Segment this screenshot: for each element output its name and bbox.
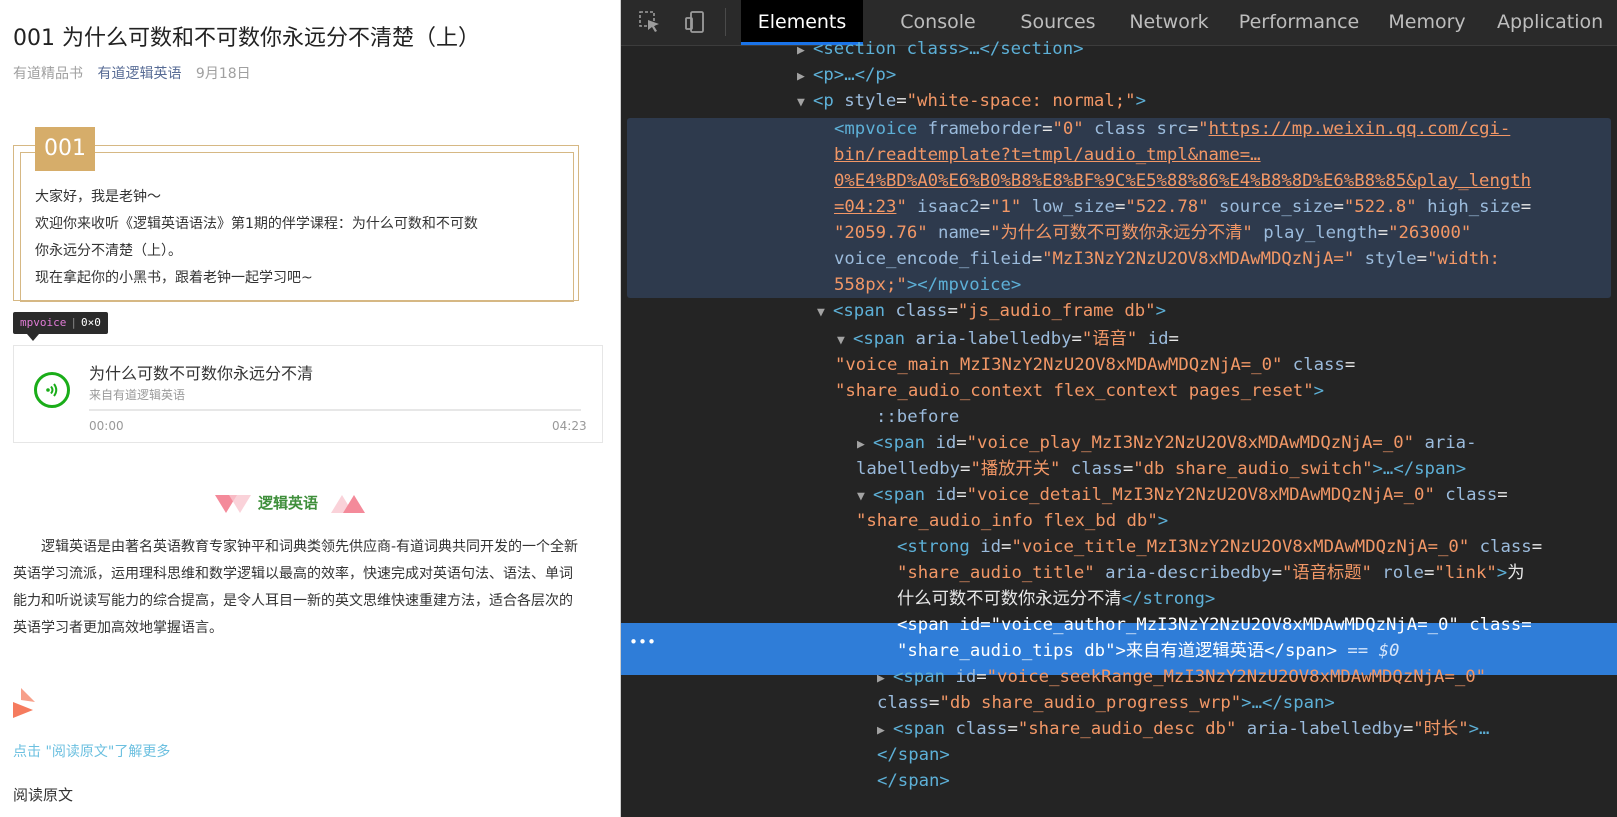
dom-attr-line: "share_audio_context flex_context pages_…: [835, 381, 1324, 401]
dom-node-mpvoice[interactable]: <mpvoice frameborder="0" class src="http…: [834, 116, 1510, 142]
dom-node[interactable]: ▶ <span id="voice_play_MzI3NzY2NzU2OV8xMD…: [857, 430, 1476, 458]
inspect-element-icon[interactable]: [638, 10, 662, 34]
account-link[interactable]: 有道逻辑英语: [97, 66, 181, 82]
dom-attr-line: class="db share_audio_progress_wrp">…</s…: [877, 693, 1335, 713]
dom-node[interactable]: ▶ <span id="voice_seekRange_MzI3NzY2NzU2O…: [877, 664, 1486, 692]
audio-duration: 04:23: [552, 419, 587, 433]
article-meta: 有道精品书 有道逻辑英语 9月18日: [13, 63, 251, 83]
dom-node[interactable]: ▼ <p style="white-space: normal;">: [797, 88, 1146, 116]
dom-node[interactable]: ▼ <span id="voice_detail_MzI3NzY2NzU2OV8x…: [857, 482, 1508, 510]
audio-progress-bar[interactable]: [89, 409, 581, 411]
read-original-link[interactable]: 阅读原文: [13, 784, 73, 805]
dom-attr-line: 0%E4%BD%A0%E6%B0%B8%E8%BF%9C%E5%88%86%E4…: [834, 171, 1532, 191]
tab-memory[interactable]: Memory: [1375, 0, 1479, 45]
intro-line: 现在拿起你的小黑书，跟着老钟一起学习吧~: [35, 270, 313, 286]
read-more-hint: 点击 "阅读原文"了解更多: [13, 744, 171, 760]
tab-network[interactable]: Network: [1117, 0, 1221, 45]
description-line: 英语学习者更加高效地掌握语言。: [13, 620, 223, 636]
dom-tree: ••• ▶ <section class>…</section> ▶ <p>…</p…: [621, 39, 1617, 817]
description-line: 能力和听说读写能力的综合提高，是令人耳目一新的英文思维快速重建方法，适合各层次的: [13, 593, 573, 609]
article-date: 9月18日: [195, 66, 251, 82]
intro-line: 你永远分不清楚（上）。: [35, 243, 182, 259]
tab-performance[interactable]: Performance: [1230, 0, 1368, 45]
article-pane: 001 为什么可数和不可数你永远分不清楚（上） 有道精品书 有道逻辑英语 9月1…: [0, 0, 620, 817]
dom-pseudo[interactable]: ::before: [876, 404, 959, 430]
dom-node[interactable]: <strong id="voice_title_MzI3NzY2NzU2OV8x…: [897, 534, 1542, 560]
episode-badge: 001: [35, 127, 95, 171]
dom-close-tag: </span>: [877, 745, 950, 765]
tab-application[interactable]: Application: [1489, 0, 1617, 45]
logo-icon: [13, 688, 35, 718]
dom-attr-line: "share_audio_info flex_bd db">: [856, 511, 1169, 531]
tooltip-tag-name: mpvoice: [20, 316, 67, 329]
tooltip-size: 0×0: [80, 316, 101, 329]
devtools-panel: Elements Console Sources Network Perform…: [621, 0, 1617, 817]
dom-node[interactable]: ▶ <span class="share_audio_desc db" aria-…: [877, 716, 1489, 744]
article-source: 有道精品书: [13, 66, 83, 82]
dom-node[interactable]: ▼ <span aria-labelledby="语音" id=: [837, 326, 1179, 354]
audio-title[interactable]: 为什么可数不可数你永远分不清: [89, 360, 313, 384]
audio-play-button[interactable]: [34, 372, 70, 408]
dom-attr-line: "voice_main_MzI3NzY2NzU2OV8xMDAwMDQzNjA=…: [835, 355, 1356, 375]
devtools-tabbar: Elements Console Sources Network Perform…: [621, 0, 1617, 46]
article-title: 001 为什么可数和不可数你永远分不清楚（上）: [13, 26, 480, 51]
dom-attr-line: "share_audio_title" aria-describedby="语音…: [897, 563, 1525, 583]
dom-attr-line: "2059.76" name="为什么可数不可数你永远分不清" play_len…: [834, 223, 1472, 243]
description-line: 逻辑英语是由著名英语教育专家钟平和词典类领先供应商-有道词典共同开发的一个全新: [41, 539, 579, 555]
section-title: 逻辑英语: [258, 494, 319, 512]
dom-attr-line: =04:23" isaac2="1" low_size="522.78" sou…: [834, 197, 1532, 217]
dom-attr-line: bin/readtemplate?t=tmpl/audio_tmpl&name=…: [834, 145, 1261, 165]
selected-dom-node-line: "share_audio_tips db">来自有道逻辑英语</span> ==…: [897, 641, 1400, 661]
element-tooltip: mpvoice | 0×0: [13, 312, 108, 334]
toolbar-separator: [725, 8, 726, 36]
audio-current-time: 00:00: [89, 419, 124, 433]
intro-line: 大家好，我是老钟～: [35, 189, 161, 205]
selected-dom-node[interactable]: <span id="voice_author_MzI3NzY2NzU2OV8xM…: [897, 612, 1532, 638]
audio-author: 来自有道逻辑英语: [89, 388, 186, 402]
intro-line: 欢迎你来收听《逻辑英语语法》第1期的伴学课程：为什么可数和不可数: [35, 216, 478, 232]
intro-text: 大家好，我是老钟～ 欢迎你来收听《逻辑英语语法》第1期的伴学课程：为什么可数和不…: [35, 184, 570, 292]
audio-wave-icon: [46, 383, 58, 397]
description-line: 英语学习流派，运用理科思维和数学逻辑以最高的效率，快速完成对英语句法、语法、单词: [13, 566, 573, 582]
dom-text-line: 什么可数不可数你永远分不清</strong>: [897, 589, 1216, 609]
dom-node[interactable]: ▶ <section class>…</section>: [797, 36, 1084, 64]
dom-attr-line: 558px;"></mpvoice>: [834, 275, 1022, 295]
description-text: 逻辑英语是由著名英语教育专家钟平和词典类领先供应商-有道词典共同开发的一个全新 …: [13, 534, 603, 642]
device-toolbar-icon[interactable]: [683, 10, 707, 34]
dom-node[interactable]: ▶ <p>…</p>: [797, 62, 896, 90]
tooltip-arrow: [27, 334, 39, 341]
node-actions-icon[interactable]: •••: [629, 629, 656, 655]
dom-attr-line: voice_encode_fileid="MzI3NzY2NzU2OV8xMDA…: [834, 249, 1500, 269]
dom-node[interactable]: ▼ <span class="js_audio_frame db">: [817, 298, 1166, 326]
dom-attr-line: labelledby="播放开关" class="db share_audio_…: [856, 459, 1467, 479]
dom-close-tag: </span>: [877, 771, 950, 791]
